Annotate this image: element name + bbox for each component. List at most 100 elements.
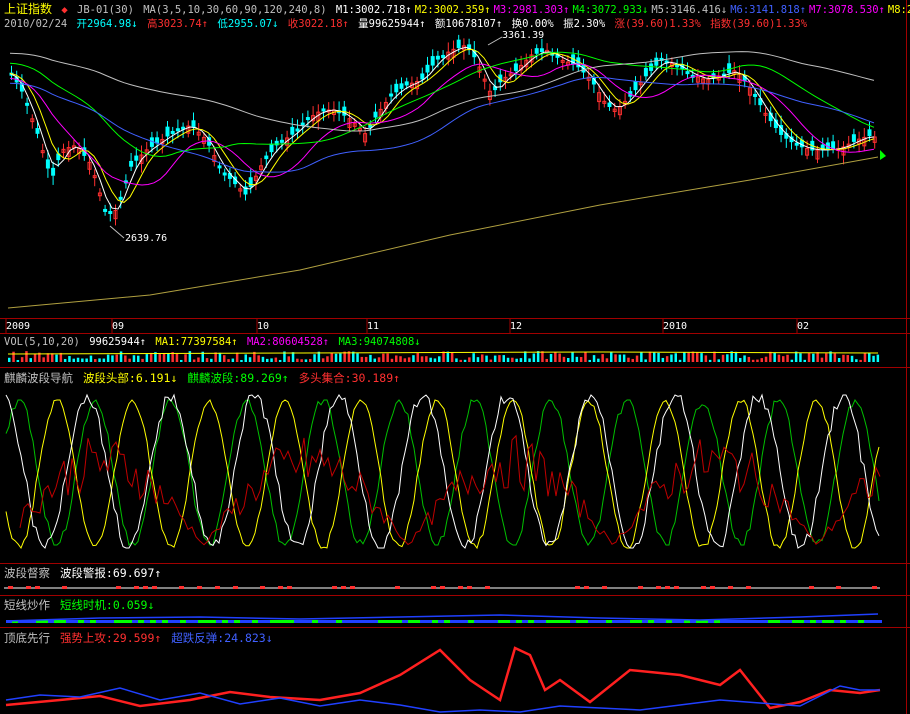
candle	[435, 55, 440, 60]
watch-marker	[26, 586, 31, 589]
volume-ma2: MA2:80604528↑	[246, 336, 330, 348]
time-axis-label: 11	[367, 321, 380, 332]
volume-bar	[485, 355, 488, 362]
volume-bar	[751, 359, 755, 362]
volume-bar	[704, 355, 708, 362]
watch-marker	[350, 586, 355, 589]
candle	[420, 73, 425, 80]
watch-alert-value: 波段警报:69.697↑	[59, 566, 162, 580]
short-signal-segment	[828, 620, 834, 623]
candle	[217, 165, 222, 169]
short-signal-segment	[336, 620, 342, 623]
quote-high: 高3023.74↑	[146, 18, 209, 30]
volume-bar	[717, 359, 720, 362]
arrow-icon	[880, 150, 886, 160]
volume-bar	[16, 359, 20, 362]
watch-marker	[809, 586, 814, 589]
volume-bar	[416, 352, 419, 362]
volume-bar	[498, 355, 501, 362]
volume-bar	[605, 358, 609, 362]
short-signal-segment	[156, 620, 162, 623]
short-signal-segment	[90, 620, 96, 623]
high-leader-line	[487, 36, 503, 46]
watch-marker	[341, 586, 346, 589]
volume-bar	[403, 358, 407, 362]
candle	[305, 117, 310, 121]
short-signal-segment	[162, 620, 168, 623]
quote-close: 收3022.18↑	[287, 18, 349, 30]
volume-bar	[395, 355, 398, 362]
volume-bar	[356, 353, 359, 362]
candle	[269, 143, 274, 153]
qilin-title: 麒麟波段导航	[4, 371, 73, 385]
short-signal-segment	[324, 620, 330, 623]
watch-marker	[152, 586, 157, 589]
indicator-name[interactable]: JB-01(30)	[77, 4, 134, 16]
short-signal-segment	[408, 620, 414, 623]
volume-bar	[248, 357, 252, 362]
volume-bar	[592, 355, 596, 362]
short-signal-segment	[276, 620, 282, 623]
short-signal-segment	[174, 620, 180, 623]
volume-bar	[777, 354, 781, 362]
short-signal-segment	[600, 620, 606, 623]
short-signal-segment	[108, 620, 114, 623]
candle	[441, 54, 446, 58]
watch-marker	[260, 586, 265, 589]
short-signal-segment	[192, 620, 198, 623]
watch-marker	[35, 586, 40, 589]
candle	[35, 128, 40, 134]
watch-marker	[215, 586, 220, 589]
volume-bar	[481, 354, 484, 362]
ma-value-8: M8:2914.	[887, 4, 910, 16]
short-signal-segment	[834, 620, 840, 623]
short-timing-line	[5, 613, 879, 622]
candle	[191, 120, 196, 128]
watch-marker	[746, 586, 751, 589]
volume-bar	[29, 358, 32, 362]
short-signal-segment	[516, 620, 522, 623]
volume-bar	[407, 357, 411, 362]
candle	[290, 126, 295, 135]
volume-bar	[214, 352, 217, 362]
volume-bar	[665, 356, 669, 362]
volume-bar	[614, 354, 617, 362]
topbottom-header: 顶底先行 强势上攻:29.599↑ 超跌反弹:24.823↓	[4, 631, 276, 645]
volume-bar	[601, 354, 604, 362]
watch-marker	[233, 586, 238, 589]
volume-bar	[812, 353, 815, 362]
short-signal-segment	[864, 620, 870, 623]
watch-marker	[143, 586, 148, 589]
volume-bar	[218, 352, 222, 362]
short-signal-segment	[168, 620, 174, 623]
volume-bar	[76, 357, 80, 362]
volume-bar	[739, 358, 742, 362]
volume-bar	[696, 351, 699, 362]
candle	[404, 81, 409, 86]
volume-bar	[567, 357, 570, 362]
watch-marker	[431, 586, 436, 589]
short-signal-segment	[444, 620, 450, 623]
volume-bar	[532, 353, 536, 362]
watch-marker	[440, 586, 445, 589]
volume-bar	[128, 358, 131, 362]
volume-bar	[726, 354, 729, 362]
short-signal-segment	[228, 620, 234, 623]
candle	[654, 57, 659, 66]
volume-bar	[167, 353, 170, 362]
header-row-2: 2010/02/24 开2964.98↓ 高3023.74↑ 低2955.07↓…	[4, 17, 810, 31]
short-header: 短线炒作 短线时机:0.059↓	[4, 598, 157, 612]
short-signal-segment	[96, 620, 102, 623]
volume-bar	[549, 353, 553, 362]
volume-bar	[12, 351, 15, 362]
short-signal-segment	[744, 620, 750, 623]
volume-bar	[450, 352, 454, 362]
short-signal-segment	[570, 620, 576, 623]
volume-bar	[442, 351, 445, 362]
short-signal-segment	[852, 620, 858, 623]
candle	[643, 67, 648, 77]
short-signal-segment	[330, 620, 336, 623]
volume-bar	[205, 358, 209, 362]
volume-bar	[369, 354, 372, 362]
watch-marker	[728, 586, 733, 589]
